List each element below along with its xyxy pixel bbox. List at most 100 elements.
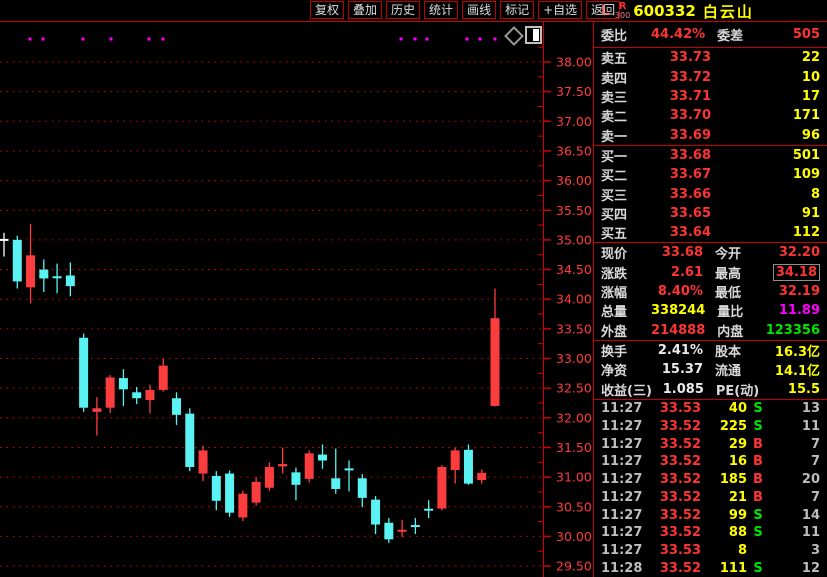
tick-price: 33.53 <box>643 401 701 416</box>
tick-count: 3 <box>769 543 820 558</box>
y-axis-label: 30.00 <box>556 529 592 544</box>
weibi-row: 委比 44.42% 委差 505 <box>594 21 827 47</box>
ma-dot <box>29 38 32 41</box>
candle-body <box>225 474 234 513</box>
candle-body <box>490 318 499 406</box>
fundamental-stats: 换手2.41%股本16.3亿净资15.37流通14.1亿收益(三)1.085PE… <box>594 341 827 400</box>
split-screen-icon[interactable] <box>525 26 542 44</box>
info-label-2: PE(动) <box>716 380 764 399</box>
level-volume: 17 <box>711 89 820 104</box>
kline-chart[interactable]: 38.0037.5037.0036.5036.0035.5035.0034.50… <box>0 21 594 577</box>
level-price: 33.64 <box>651 225 711 240</box>
info-row: 总量338244量比11.89 <box>594 301 827 320</box>
tick-time: 11:27 <box>601 508 643 523</box>
ma-dot <box>466 38 469 41</box>
buy-row[interactable]: 买四33.6591 <box>594 204 827 223</box>
info-label-1: 净资 <box>601 360 651 379</box>
level-price: 33.69 <box>651 128 711 143</box>
buy-row[interactable]: 买三33.668 <box>594 184 827 203</box>
tick-volume: 8 <box>701 543 747 558</box>
level-volume: 8 <box>711 187 820 202</box>
tick-count: 11 <box>769 419 820 434</box>
tick-row: 11:2833.52111S12 <box>594 559 827 577</box>
toolbar-button-adjust[interactable]: 复权 <box>310 1 344 19</box>
tick-direction: S <box>747 508 769 523</box>
toolbar-button-statistics[interactable]: 统计 <box>424 1 458 19</box>
candle-body <box>371 500 380 525</box>
tick-row: 11:2733.5340S13 <box>594 400 827 418</box>
buy-row[interactable]: 买五33.64112 <box>594 223 827 242</box>
candle-body <box>345 468 354 470</box>
buy-row[interactable]: 买一33.68501 <box>594 146 827 165</box>
tick-row: 11:2733.5216B7 <box>594 453 827 471</box>
candle-body <box>106 377 115 407</box>
y-axis-label: 29.50 <box>556 559 592 574</box>
weibi-section: 委比 44.42% 委差 505 <box>594 21 827 48</box>
candle-body <box>305 453 314 478</box>
info-label-1: 总量 <box>601 301 651 320</box>
candle-body <box>291 472 300 484</box>
tick-volume: 29 <box>701 437 747 452</box>
sell-row[interactable]: 卖二33.70171 <box>594 106 827 125</box>
toolbar-button-draw-line[interactable]: 画线 <box>462 1 496 19</box>
info-label-1: 现价 <box>601 243 651 262</box>
tick-direction: B <box>747 454 769 469</box>
tick-direction: S <box>747 401 769 416</box>
tick-volume: 16 <box>701 454 747 469</box>
candle-body <box>199 450 208 473</box>
info-value-2: 14.1亿 <box>763 360 820 379</box>
tick-count: 20 <box>769 472 820 487</box>
tick-direction: S <box>747 419 769 434</box>
weibi-label: 委比 <box>601 25 651 44</box>
level-price: 33.72 <box>651 70 711 85</box>
info-label-2: 今开 <box>715 243 763 262</box>
tick-count: 11 <box>769 525 820 540</box>
candle-body <box>53 276 62 278</box>
info-label-1: 涨跌 <box>601 263 651 282</box>
ma-dot <box>148 38 151 41</box>
info-value-2: 16.3亿 <box>763 341 820 360</box>
toolbar-button-add-favorite[interactable]: +自选 <box>538 1 582 19</box>
level-price: 33.66 <box>651 187 711 202</box>
candle-body <box>358 478 367 498</box>
candle-body <box>185 414 194 467</box>
info-label-2: 内盘 <box>717 321 765 340</box>
tick-price: 33.52 <box>643 454 701 469</box>
weibi-value: 44.42% <box>651 27 705 42</box>
y-axis-label: 32.50 <box>556 381 592 396</box>
toolbar-button-mark[interactable]: 标记 <box>500 1 534 19</box>
sell-row[interactable]: 卖五33.7322 <box>594 48 827 67</box>
info-value-2: 34.18 <box>763 265 820 280</box>
y-axis-label: 33.00 <box>556 351 592 366</box>
sell-row[interactable]: 卖三33.7117 <box>594 87 827 106</box>
candle-body <box>318 455 327 461</box>
tick-volume: 111 <box>701 561 747 576</box>
tick-count: 7 <box>769 490 820 505</box>
tick-time: 11:27 <box>601 401 643 416</box>
toolbar-button-history[interactable]: 历史 <box>386 1 420 19</box>
sell-row[interactable]: 卖一33.6996 <box>594 126 827 145</box>
level-label: 买五 <box>601 223 651 242</box>
sell-row[interactable]: 卖四33.7210 <box>594 67 827 86</box>
trading-terminal: 复权叠加历史统计画线标记+自选返回 L R 300 600332 白云山 38.… <box>0 0 827 577</box>
ma-dot <box>42 38 45 41</box>
tick-time: 11:27 <box>601 419 643 434</box>
buy-row[interactable]: 买二33.67109 <box>594 165 827 184</box>
tick-direction: B <box>747 472 769 487</box>
tick-direction: S <box>747 561 769 576</box>
quote-panel: 委比 44.42% 委差 505 卖五33.7322卖四33.7210卖三33.… <box>593 21 827 577</box>
candle-body <box>238 494 247 518</box>
info-value-2: 32.19 <box>763 284 820 299</box>
y-axis-label: 38.00 <box>556 55 592 70</box>
tick-volume: 40 <box>701 401 747 416</box>
candle-body <box>411 525 420 527</box>
y-axis-label: 34.50 <box>556 262 592 277</box>
candle-body <box>437 467 446 509</box>
candle-body <box>159 366 168 390</box>
info-label-2: 最高 <box>715 263 763 282</box>
toolbar-button-overlay[interactable]: 叠加 <box>348 1 382 19</box>
candle-body <box>13 240 22 282</box>
y-axis-label: 31.00 <box>556 470 592 485</box>
y-axis-label: 37.50 <box>556 84 592 99</box>
y-axis-label: 31.50 <box>556 440 592 455</box>
